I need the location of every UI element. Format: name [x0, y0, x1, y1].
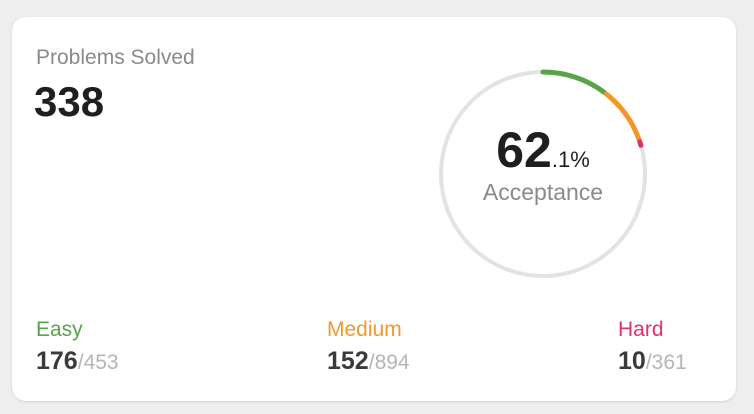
easy-stat: Easy 176/453	[36, 319, 119, 374]
medium-label: Medium	[327, 318, 402, 341]
medium-total: 894	[374, 351, 410, 374]
easy-total: 453	[83, 351, 119, 374]
problems-solved-card: Problems Solved 338 62.1% Acceptance Eas…	[12, 17, 736, 401]
acceptance-percent: 62.1%	[438, 125, 648, 175]
easy-solved: 176	[36, 347, 78, 375]
hard-solved: 10	[618, 347, 646, 375]
medium-stat: Medium 152/894	[327, 319, 410, 374]
acceptance-ring[interactable]: 62.1% Acceptance	[438, 69, 648, 279]
card-title: Problems Solved	[36, 46, 195, 69]
hard-label: Hard	[618, 318, 664, 341]
hard-total: 361	[651, 351, 687, 374]
easy-label: Easy	[36, 318, 83, 341]
acceptance-percent-integer: 62	[496, 122, 552, 178]
acceptance-label: Acceptance	[482, 179, 604, 205]
acceptance-percent-fraction: .1%	[551, 147, 590, 172]
total-solved-count: 338	[34, 78, 105, 125]
hard-stat: Hard 10/361	[618, 319, 687, 374]
medium-solved: 152	[327, 347, 369, 375]
